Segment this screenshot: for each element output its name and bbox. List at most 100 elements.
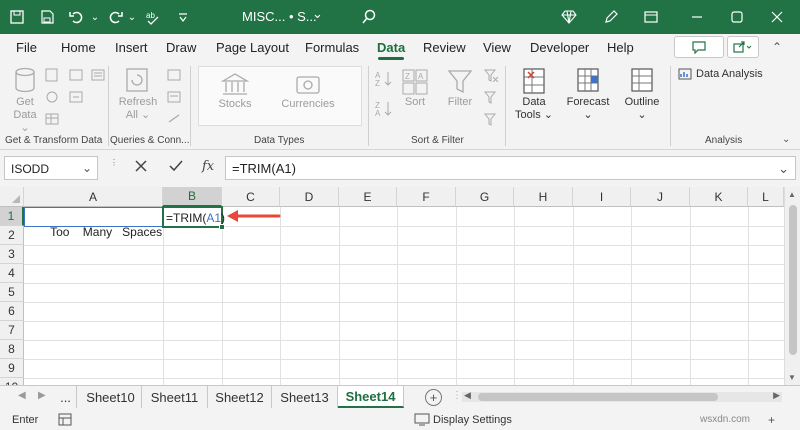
queries-connections-icon[interactable] — [166, 68, 182, 82]
row-header[interactable]: 3 — [0, 245, 24, 264]
from-web-icon[interactable] — [44, 90, 60, 104]
outline-button[interactable]: Outline ⌄ — [620, 66, 664, 122]
scroll-up-icon[interactable]: ▲ — [788, 190, 796, 199]
menu-formulas[interactable]: Formulas — [305, 40, 359, 55]
redo-dropdown-icon[interactable]: ⌄ — [121, 6, 143, 28]
column-header[interactable]: K — [690, 187, 748, 207]
column-header[interactable]: D — [280, 187, 339, 207]
row-header[interactable]: 10 — [0, 378, 24, 385]
data-tools-button[interactable]: Data Tools ⌄ — [512, 66, 556, 122]
column-header[interactable]: L — [748, 187, 784, 207]
cancel-icon[interactable] — [134, 159, 148, 176]
display-settings-label[interactable]: Display Settings — [433, 414, 512, 426]
sort-a-z-icon[interactable]: AZ — [374, 70, 394, 88]
reapply-icon[interactable] — [483, 90, 499, 104]
formula-expand-icon[interactable]: ⌄ — [778, 161, 789, 177]
name-box[interactable]: ISODD ⌄ — [4, 156, 98, 180]
menu-data[interactable]: Data — [377, 40, 405, 55]
column-header[interactable]: I — [573, 187, 631, 207]
stocks-button[interactable]: Stocks — [212, 72, 258, 111]
formula-bar-grip-icon[interactable]: ⋮ — [110, 158, 118, 167]
next-sheet-icon[interactable]: ▶ — [38, 390, 46, 401]
from-text-icon[interactable] — [44, 68, 60, 82]
column-header[interactable]: F — [397, 187, 456, 207]
from-table-icon[interactable] — [44, 112, 60, 126]
sheet-overflow[interactable]: ... — [55, 386, 77, 408]
accessibility-icon[interactable] — [58, 413, 72, 426]
menu-developer[interactable]: Developer — [530, 40, 589, 55]
menu-help[interactable]: Help — [607, 40, 634, 55]
row-header[interactable]: 5 — [0, 283, 24, 302]
row-header[interactable]: 9 — [0, 359, 24, 378]
menu-home[interactable]: Home — [61, 40, 96, 55]
document-title[interactable]: MISC... • S... — [242, 9, 317, 24]
existing-connections-icon[interactable] — [68, 90, 84, 104]
cell-a1[interactable]: Too Many Spaces — [24, 207, 164, 239]
ribbon-display-icon[interactable] — [640, 6, 662, 28]
sheet-tab[interactable]: Sheet13 — [272, 386, 338, 408]
forecast-button[interactable]: Forecast ⌄ — [564, 66, 612, 122]
menu-file[interactable]: File — [16, 40, 37, 55]
query-properties-icon[interactable] — [166, 90, 182, 104]
share-button[interactable] — [727, 36, 759, 58]
scroll-left-icon[interactable]: ◀ — [464, 390, 471, 401]
row-header[interactable]: 7 — [0, 321, 24, 340]
sheet-tab[interactable]: Sheet10 — [80, 386, 142, 408]
formula-input[interactable]: =TRIM(A1) ⌄ — [225, 156, 796, 180]
menu-insert[interactable]: Insert — [115, 40, 148, 55]
menu-draw[interactable]: Draw — [166, 40, 196, 55]
save-icon[interactable] — [36, 6, 58, 28]
currencies-button[interactable]: Currencies — [280, 72, 336, 111]
refresh-all-button[interactable]: Refresh All ⌄ — [116, 66, 160, 122]
customize-toolbar-icon[interactable] — [172, 6, 194, 28]
sheet-tab[interactable]: Sheet11 — [142, 386, 208, 408]
sort-z-a-icon[interactable]: ZA — [374, 100, 394, 118]
close-icon[interactable] — [766, 6, 788, 28]
row-header[interactable]: 6 — [0, 302, 24, 321]
get-data-button[interactable]: Get Data ⌄ — [8, 66, 42, 135]
fill-handle[interactable] — [219, 224, 225, 230]
search-icon[interactable] — [358, 6, 380, 28]
cell-b1[interactable]: =TRIM(A1) — [162, 206, 225, 230]
menu-view[interactable]: View — [483, 40, 511, 55]
add-sheet-icon[interactable]: + — [425, 389, 442, 406]
enter-check-icon[interactable] — [168, 159, 184, 176]
diamond-icon[interactable] — [558, 6, 580, 28]
sheet-tab-active[interactable]: Sheet14 — [338, 386, 404, 408]
pen-icon[interactable] — [600, 6, 622, 28]
scroll-right-icon[interactable]: ▶ — [773, 390, 780, 401]
undo-dropdown-icon[interactable]: ⌄ — [84, 6, 106, 28]
menu-page-layout[interactable]: Page Layout — [216, 40, 289, 55]
row-header[interactable]: 4 — [0, 264, 24, 283]
vertical-scrollbar[interactable]: ▲ ▼ — [784, 187, 800, 385]
row-header[interactable]: 2 — [0, 226, 24, 245]
data-analysis-button[interactable]: Data Analysis — [678, 68, 763, 80]
scroll-down-icon[interactable]: ▼ — [788, 373, 796, 382]
h-scroll-thumb[interactable] — [478, 393, 718, 401]
column-header[interactable]: G — [456, 187, 514, 207]
column-header[interactable]: B — [163, 187, 222, 207]
ribbon-collapse-icon[interactable]: ⌃ — [766, 36, 788, 58]
tab-split-icon[interactable]: ⋮ — [452, 390, 462, 401]
column-header[interactable]: E — [339, 187, 397, 207]
zoom-in-icon[interactable]: + — [768, 413, 775, 427]
maximize-icon[interactable] — [726, 6, 748, 28]
title-chevron-icon[interactable]: ⌄ — [312, 6, 323, 22]
column-header[interactable]: C — [222, 187, 280, 207]
row-header[interactable]: 1 — [0, 207, 24, 226]
display-settings-icon[interactable] — [414, 413, 430, 426]
row-header[interactable]: 8 — [0, 340, 24, 359]
column-header[interactable]: A — [24, 187, 163, 207]
horizontal-scrollbar[interactable]: ◀ ▶ — [462, 390, 782, 402]
sheet-tab[interactable]: Sheet12 — [208, 386, 272, 408]
clear-filter-icon[interactable] — [483, 68, 499, 82]
prev-sheet-icon[interactable]: ◀ — [18, 390, 26, 401]
name-box-dropdown-icon[interactable]: ⌄ — [82, 161, 92, 175]
spellcheck-icon[interactable]: ab — [142, 6, 164, 28]
menu-review[interactable]: Review — [423, 40, 466, 55]
minimize-icon[interactable] — [686, 6, 708, 28]
autosave-icon[interactable] — [6, 6, 28, 28]
comments-button[interactable] — [674, 36, 724, 58]
advanced-filter-icon[interactable] — [483, 112, 499, 126]
insert-function-icon[interactable]: fx — [202, 159, 214, 174]
